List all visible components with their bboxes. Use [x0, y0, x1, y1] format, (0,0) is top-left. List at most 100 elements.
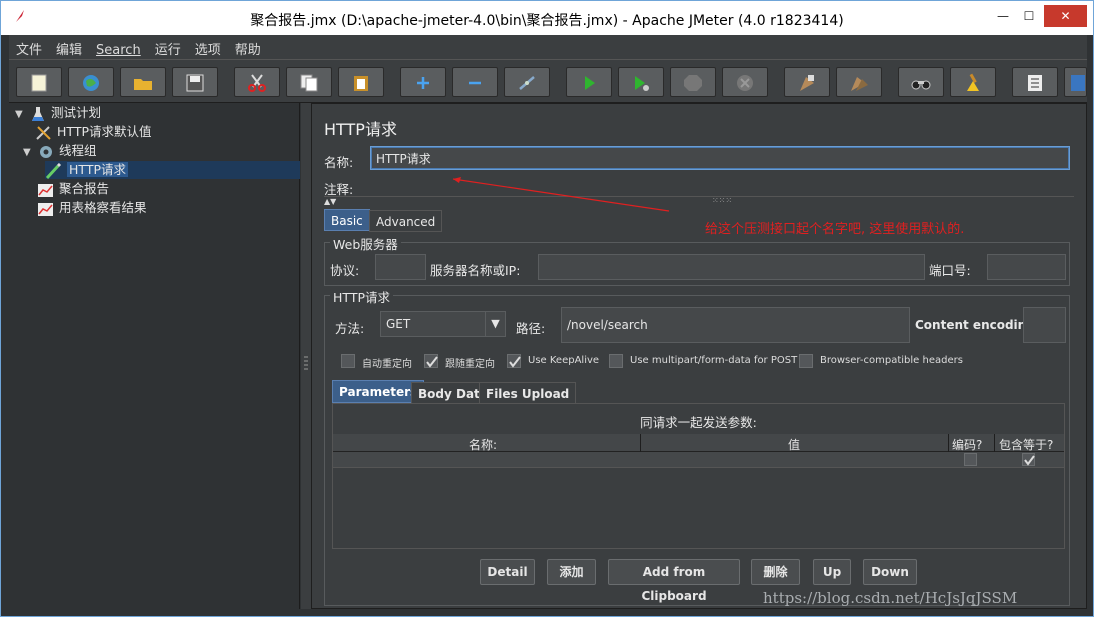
templates-icon [83, 75, 99, 91]
pipette-icon [45, 162, 62, 179]
help-button[interactable] [1064, 67, 1087, 97]
expand-arrow-icon[interactable]: ▼ [15, 106, 25, 124]
cut-button[interactable] [234, 67, 280, 97]
menu-help[interactable]: 帮助 [228, 35, 268, 58]
add-from-clipboard-button[interactable]: Add from Clipboard [608, 559, 740, 603]
method-value: GET [386, 317, 411, 331]
server-field[interactable] [538, 254, 925, 280]
copy-button[interactable] [286, 67, 332, 97]
maximize-button[interactable]: ☐ [1017, 5, 1041, 27]
follow-redirects-checkbox[interactable] [424, 354, 438, 368]
chevron-down-icon[interactable]: ▼ [485, 312, 505, 336]
expand-all-button[interactable] [400, 67, 446, 97]
multipart-checkbox[interactable] [609, 354, 623, 368]
shutdown-button[interactable] [722, 67, 768, 97]
column-value[interactable]: 值 [788, 436, 800, 453]
tree-node-http-defaults[interactable]: HTTP请求默认值 [35, 123, 152, 141]
start-no-pauses-button[interactable] [618, 67, 664, 97]
up-button[interactable]: Up [813, 559, 851, 585]
tab-advanced[interactable]: Advanced [369, 210, 443, 232]
auto-redirect-checkbox[interactable] [341, 354, 355, 368]
start-button[interactable] [566, 67, 612, 97]
templates-button[interactable] [68, 67, 114, 97]
menu-edit[interactable]: 编辑 [49, 35, 89, 58]
start-icon [585, 76, 595, 90]
column-name[interactable]: 名称: [469, 436, 497, 453]
collapse-divider[interactable]: ▲▼ ⁙⁙⁙ [324, 196, 1074, 206]
content-encoding-field[interactable] [1023, 307, 1066, 343]
name-label: 名称: [324, 155, 354, 170]
toggle-button[interactable] [504, 67, 550, 97]
chart-icon [38, 202, 53, 216]
tree-node-view-results-table[interactable]: 用表格察看结果 [37, 199, 147, 217]
open-button[interactable] [120, 67, 166, 97]
clear-button[interactable] [784, 67, 830, 97]
function-helper-button[interactable] [1012, 67, 1058, 97]
browser-headers-checkbox[interactable] [799, 354, 813, 368]
http-request-panel: HTTP请求 名称: HTTP请求 注释: ▲▼ ⁙⁙⁙ Basic Advan… [311, 103, 1087, 609]
tab-files-upload[interactable]: Files Upload [479, 382, 577, 404]
add-button[interactable]: 添加 [547, 559, 596, 585]
menu-search[interactable]: Search [89, 39, 148, 58]
http-request-title: HTTP请求 [330, 287, 393, 306]
encode-checkbox[interactable] [964, 453, 977, 466]
port-field[interactable] [987, 254, 1066, 280]
detail-button[interactable]: Detail [480, 559, 535, 585]
reset-search-icon [967, 73, 979, 91]
divider-grip-icon: ⁙⁙⁙ [712, 196, 733, 205]
column-include-equals[interactable]: 包含等于? [999, 436, 1053, 453]
grip-icon [304, 356, 308, 370]
toolbar [9, 59, 1087, 103]
column-encode[interactable]: 编码? [952, 436, 982, 453]
collapse-all-button[interactable] [452, 67, 498, 97]
split-pane-divider[interactable] [301, 103, 311, 609]
keepalive-label: Use KeepAlive [528, 355, 600, 366]
test-plan-tree: ▼ 测试计划 HTTP请求默认值 ▼ 线程组 HTTP请求 聚合报告 用表格察看… [9, 103, 300, 609]
shutdown-icon [737, 75, 753, 91]
reset-search-button[interactable] [950, 67, 996, 97]
jmeter-window: 聚合报告.jmx (D:\apache-jmeter-4.0\bin\聚合报告.… [0, 0, 1094, 617]
flask-icon [31, 106, 44, 121]
tree-node-http-request[interactable]: HTTP请求 [45, 161, 300, 179]
include-equals-checkbox[interactable] [1022, 453, 1035, 466]
tab-basic[interactable]: Basic [324, 209, 370, 231]
protocol-field[interactable] [375, 254, 426, 280]
search-icon [911, 80, 931, 90]
menu-run[interactable]: 运行 [148, 35, 188, 58]
tree-node-aggregate-report[interactable]: 聚合报告 [37, 180, 109, 198]
paste-button[interactable] [338, 67, 384, 97]
new-icon [31, 74, 47, 92]
path-field[interactable]: /novel/search [561, 307, 910, 343]
paste-icon [354, 76, 368, 91]
close-button[interactable]: ✕ [1044, 5, 1087, 27]
stop-icon [684, 75, 702, 91]
name-field[interactable]: HTTP请求 [370, 146, 1070, 170]
down-button[interactable]: Down [863, 559, 917, 585]
table-header: 名称: 值 编码? 包含等于? [333, 434, 1064, 468]
expand-arrow-icon[interactable]: ▼ [23, 144, 33, 162]
table-row[interactable] [333, 452, 1064, 468]
web-server-title: Web服务器 [330, 234, 401, 253]
new-button[interactable] [16, 67, 62, 97]
follow-redirects-label: 跟随重定向 [445, 359, 495, 370]
annotation-arrow [452, 177, 670, 212]
keepalive-checkbox[interactable] [507, 354, 521, 368]
divider-arrows-icon[interactable]: ▲▼ [324, 197, 336, 206]
search-button[interactable] [898, 67, 944, 97]
clear-all-button[interactable] [836, 67, 882, 97]
method-select[interactable]: GET ▼ [380, 311, 506, 337]
chart-icon [38, 183, 53, 197]
delete-button[interactable]: 删除 [751, 559, 800, 585]
open-icon [134, 79, 152, 90]
save-button[interactable] [172, 67, 218, 97]
expand-icon [417, 77, 429, 89]
stop-button[interactable] [670, 67, 716, 97]
table-caption: 同请求一起发送参数: [640, 415, 757, 430]
tree-node-test-plan[interactable]: ▼ 测试计划 [15, 104, 101, 122]
menu-options[interactable]: 选项 [188, 35, 228, 58]
annotation-text: 给这个压测接口起个名字吧, 这里使用默认的. [705, 222, 965, 237]
minimize-button[interactable]: — [991, 5, 1015, 27]
tree-node-thread-group[interactable]: ▼ 线程组 [23, 142, 97, 160]
gear-icon [39, 145, 52, 158]
menu-file[interactable]: 文件 [9, 35, 49, 58]
